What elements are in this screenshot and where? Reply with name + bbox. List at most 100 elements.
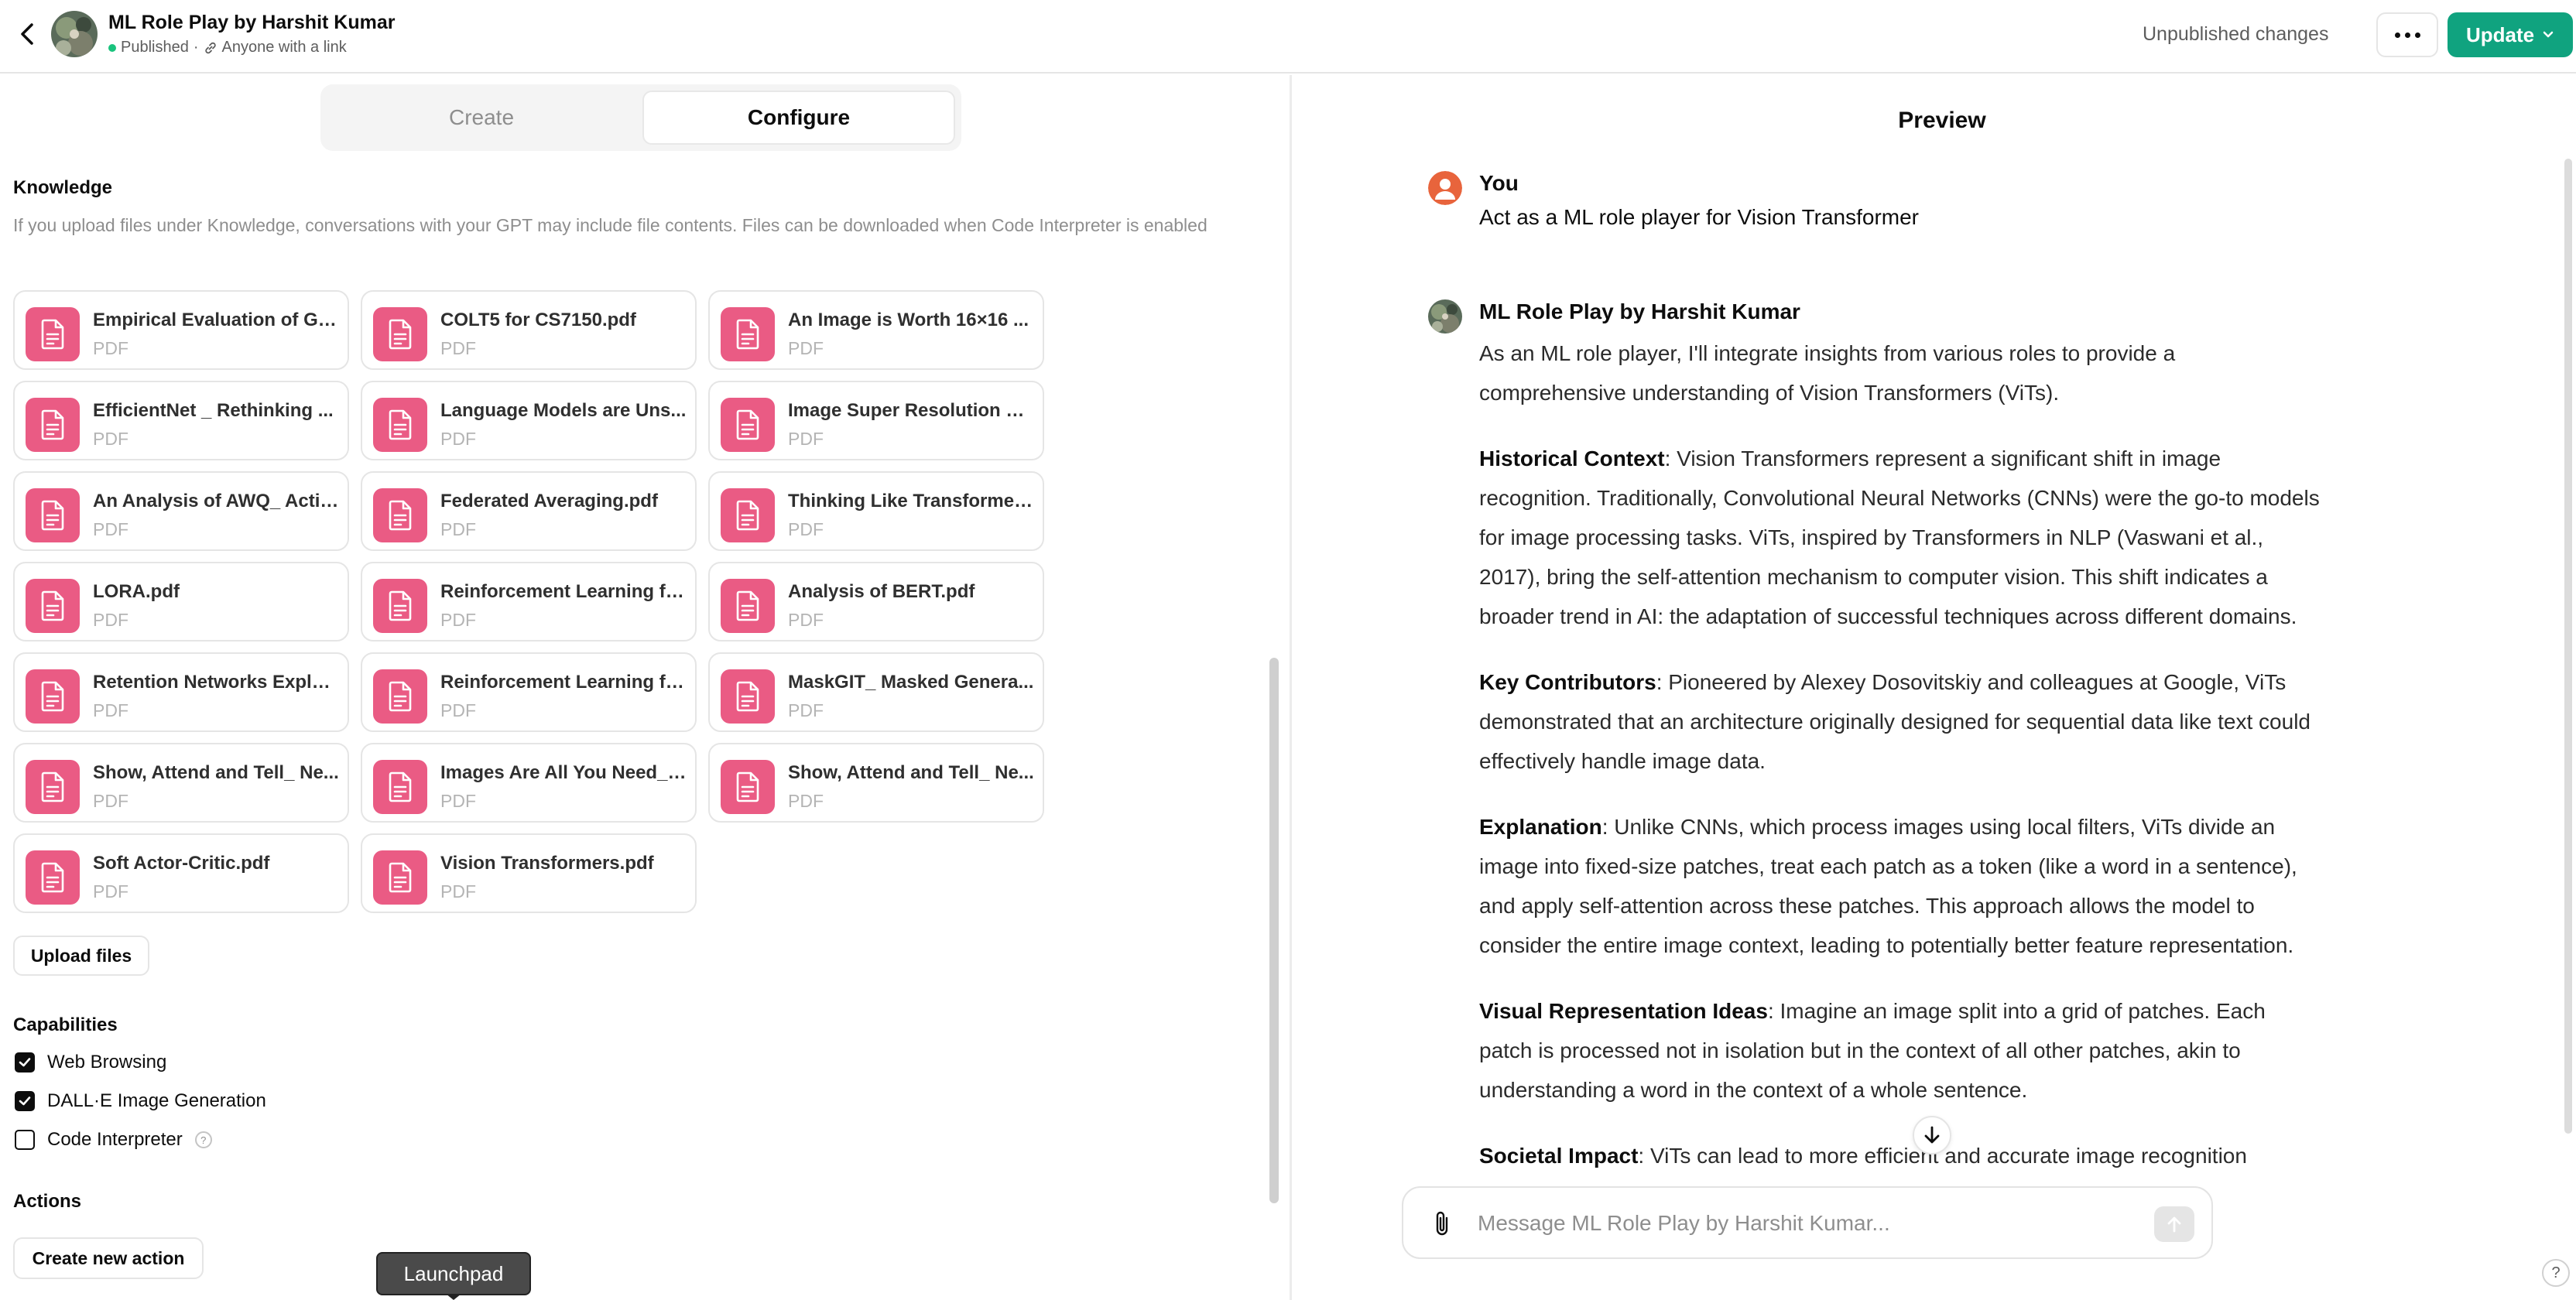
builder-tabs: Create Configure [320,84,961,151]
knowledge-title: Knowledge [13,177,113,198]
knowledge-file-card[interactable]: Language Models are Uns... PDF [361,381,697,460]
gpt-avatar [51,11,98,57]
file-name: Analysis of BERT.pdf [788,581,975,602]
checkmark-icon [19,1058,31,1067]
tab-configure[interactable]: Configure [642,91,955,145]
capability-code-interpreter[interactable]: Code Interpreter ? [15,1129,212,1151]
file-name: Show, Attend and Tell_ Ne... [788,762,1034,783]
capability-web-browsing[interactable]: Web Browsing [15,1052,166,1073]
document-icon [41,500,64,531]
document-icon [736,319,759,350]
file-name: An Analysis of AWQ_ Activ... [93,491,341,511]
create-new-action-button[interactable]: Create new action [13,1237,204,1279]
assistant-avatar [1428,299,1462,334]
web-browsing-checkbox[interactable] [15,1052,35,1072]
question-mark-icon[interactable]: ? [194,1131,212,1148]
section-heading: Historical Context [1479,446,1665,470]
assistant-name: ML Role Play by Harshit Kumar [1479,299,1800,323]
section-text: : Unlike CNNs, which process images usin… [1479,815,2297,957]
knowledge-file-card[interactable]: Empirical Evaluation of Ga... PDF [13,290,349,370]
pdf-file-icon [373,669,427,724]
capability-label: DALL·E Image Generation [47,1090,266,1111]
gpt-title: ML Role Play by Harshit Kumar [108,12,396,33]
capabilities-title: Capabilities [13,1014,118,1035]
knowledge-file-card[interactable]: EfficientNet _ Rethinking ... PDF [13,381,349,460]
knowledge-file-card[interactable]: Thinking Like Transformer... PDF [708,471,1044,551]
pdf-file-icon [721,760,775,814]
file-name: MaskGIT_ Masked Genera... [788,672,1034,693]
tab-create[interactable]: Create [327,91,636,145]
document-icon [736,500,759,531]
send-button[interactable] [2154,1206,2194,1242]
pdf-file-icon [26,760,80,814]
scroll-to-bottom-button[interactable] [1913,1116,1951,1155]
status-text: Published [121,39,189,56]
actions-title: Actions [13,1191,82,1212]
file-name: Empirical Evaluation of Ga... [93,310,341,330]
back-button[interactable] [11,17,45,51]
file-type: PDF [440,700,476,720]
launchpad-tooltip: Launchpad [376,1252,531,1295]
ellipsis-dot [2414,32,2420,38]
pdf-file-icon [26,307,80,361]
knowledge-file-card[interactable]: Vision Transformers.pdf PDF [361,833,697,913]
file-type: PDF [788,610,824,630]
dalle-checkbox[interactable] [15,1091,35,1111]
help-button[interactable]: ? [2542,1259,2570,1287]
section-heading: Key Contributors [1479,670,1656,694]
paperclip-icon [1436,1211,1448,1236]
document-icon [389,409,412,440]
file-name: COLT5 for CS7150.pdf [440,310,636,330]
file-name: Images Are All You Need_ ... [440,762,688,783]
code-interpreter-checkbox[interactable] [15,1130,35,1150]
configure-panel: Create Configure Knowledge If you upload… [0,75,1290,1300]
knowledge-file-card[interactable]: Image Super Resolution us... PDF [708,381,1044,460]
file-name: Soft Actor-Critic.pdf [93,853,270,874]
update-button[interactable]: Update [2448,12,2573,57]
knowledge-file-card[interactable]: Soft Actor-Critic.pdf PDF [13,833,349,913]
published-dot-icon [108,43,116,52]
knowledge-file-card[interactable]: Analysis of BERT.pdf PDF [708,562,1044,641]
pdf-file-icon [26,669,80,724]
file-type: PDF [93,791,128,811]
pdf-file-icon [26,488,80,542]
file-type: PDF [788,791,824,811]
pdf-file-icon [721,307,775,361]
knowledge-file-card[interactable]: An Image is Worth 16×16 ... PDF [708,290,1044,370]
file-type: PDF [440,791,476,811]
knowledge-file-card[interactable]: Show, Attend and Tell_ Ne... PDF [13,743,349,823]
knowledge-file-card[interactable]: Reinforcement Learning fo... PDF [361,652,697,732]
file-name: An Image is Worth 16×16 ... [788,310,1029,330]
knowledge-file-card[interactable]: COLT5 for CS7150.pdf PDF [361,290,697,370]
right-scrollbar[interactable] [2564,159,2572,1134]
user-message: Act as a ML role player for Vision Trans… [1479,205,1919,229]
file-type: PDF [440,429,476,449]
pdf-file-icon [26,579,80,633]
section-text: : Vision Transformers represent a signif… [1479,446,2320,628]
capability-dalle[interactable]: DALL·E Image Generation [15,1090,266,1112]
attach-file-button[interactable] [1428,1209,1456,1237]
knowledge-file-card[interactable]: An Analysis of AWQ_ Activ... PDF [13,471,349,551]
knowledge-file-card[interactable]: Federated Averaging.pdf PDF [361,471,697,551]
knowledge-file-card[interactable]: Retention Networks Explai... PDF [13,652,349,732]
upload-files-button[interactable]: Upload files [13,936,149,976]
ellipsis-icon [2394,32,2400,38]
knowledge-file-card[interactable]: Images Are All You Need_ ... PDF [361,743,697,823]
document-icon [41,590,64,621]
more-options-button[interactable] [2376,12,2438,57]
assistant-response: As an ML role player, I'll integrate ins… [1479,334,2323,1202]
document-icon [41,681,64,712]
knowledge-file-card[interactable]: Reinforcement Learning fo... PDF [361,562,697,641]
knowledge-file-card[interactable]: Show, Attend and Tell_ Ne... PDF [708,743,1044,823]
file-name: Reinforcement Learning fo... [440,672,688,693]
arrow-down-icon [1924,1126,1940,1144]
left-scrollbar[interactable] [1269,658,1279,1203]
capability-label: Code Interpreter [47,1129,183,1150]
message-input[interactable] [1478,1206,2097,1240]
file-name: Reinforcement Learning fo... [440,581,688,602]
document-icon [389,500,412,531]
knowledge-file-card[interactable]: MaskGIT_ Masked Genera... PDF [708,652,1044,732]
file-name: Show, Attend and Tell_ Ne... [93,762,339,783]
knowledge-file-card[interactable]: LORA.pdf PDF [13,562,349,641]
arrow-up-icon [2167,1216,2181,1233]
